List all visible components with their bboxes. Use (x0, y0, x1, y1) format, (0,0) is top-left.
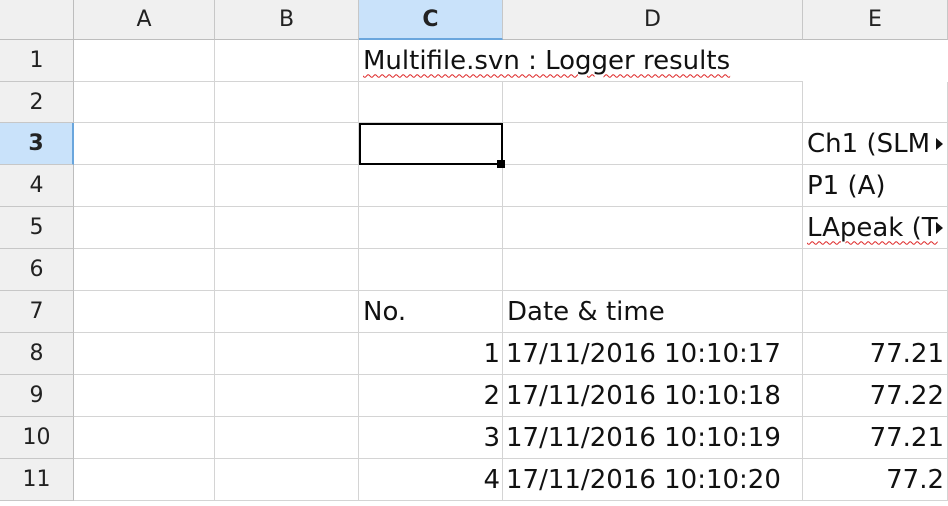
number-header: No. (363, 296, 407, 327)
row-header-1[interactable]: 1 (0, 40, 74, 82)
empty-cell[interactable] (215, 165, 359, 207)
row-number: 3 (483, 422, 500, 453)
row-value: 77.2 (886, 464, 944, 495)
empty-cell[interactable] (803, 291, 948, 333)
empty-cell[interactable] (503, 82, 803, 123)
measure-label: LApeak (T (807, 212, 938, 243)
empty-cell[interactable] (74, 375, 215, 417)
cell-e11[interactable]: 77.2 (803, 459, 948, 501)
empty-cell[interactable] (215, 291, 359, 333)
row-header-11[interactable]: 11 (0, 459, 74, 501)
empty-cell[interactable] (359, 165, 503, 207)
empty-cell[interactable] (803, 249, 948, 291)
empty-cell[interactable] (215, 123, 359, 165)
row-header-5[interactable]: 5 (0, 207, 74, 249)
cell-c11[interactable]: 4 (359, 459, 503, 501)
fill-handle[interactable] (497, 160, 505, 168)
sheet-title-text: Multifile.svn : Logger results (363, 46, 730, 76)
cell-d11[interactable]: 17/11/2016 10:10:20 (503, 459, 803, 501)
datetime-header: Date & time (507, 296, 665, 327)
empty-cell[interactable] (503, 207, 803, 249)
row-header-6[interactable]: 6 (0, 249, 74, 291)
row-header-8[interactable]: 8 (0, 333, 74, 375)
empty-cell[interactable] (74, 165, 215, 207)
row-value: 77.22 (869, 380, 944, 411)
overflow-arrow-icon (936, 138, 943, 150)
title-text: Multifile.svn : Logger results (363, 45, 731, 76)
cell-c1[interactable]: Multifile.svn : Logger results (359, 40, 803, 82)
row-datetime: 17/11/2016 10:10:20 (506, 464, 781, 495)
empty-cell[interactable] (359, 82, 503, 123)
row-header-2[interactable]: 2 (0, 82, 74, 123)
empty-cell[interactable] (74, 249, 215, 291)
row-datetime: 17/11/2016 10:10:17 (506, 338, 781, 369)
row-header-9[interactable]: 9 (0, 375, 74, 417)
empty-cell[interactable] (503, 165, 803, 207)
row-number: 1 (483, 338, 500, 369)
row-value: 77.21 (869, 338, 944, 369)
empty-cell[interactable] (74, 417, 215, 459)
cell-e5[interactable]: LApeak (T (803, 207, 948, 249)
cell-d10[interactable]: 17/11/2016 10:10:19 (503, 417, 803, 459)
empty-cell[interactable] (215, 207, 359, 249)
cell-c9[interactable]: 2 (359, 375, 503, 417)
active-cell-cursor[interactable] (359, 123, 503, 165)
cell-e3[interactable]: Ch1 (SLM (803, 123, 948, 165)
column-header-b[interactable]: B (215, 0, 359, 40)
empty-cell[interactable] (74, 207, 215, 249)
cell-e10[interactable]: 77.21 (803, 417, 948, 459)
cell-d7[interactable]: Date & time (503, 291, 803, 333)
cell-c7[interactable]: No. (359, 291, 503, 333)
empty-cell[interactable] (74, 459, 215, 501)
column-header-e[interactable]: E (803, 0, 948, 40)
empty-cell[interactable] (74, 291, 215, 333)
empty-cell[interactable] (215, 40, 359, 82)
row-header-10[interactable]: 10 (0, 417, 74, 459)
empty-cell[interactable] (215, 459, 359, 501)
cell-c10[interactable]: 3 (359, 417, 503, 459)
select-all-corner[interactable] (0, 0, 74, 40)
cell-d8[interactable]: 17/11/2016 10:10:17 (503, 333, 803, 375)
overflow-arrow-icon (936, 222, 943, 234)
profile-label: P1 (A) (807, 170, 886, 201)
cell-e8[interactable]: 77.21 (803, 333, 948, 375)
row-datetime: 17/11/2016 10:10:18 (506, 380, 781, 411)
spreadsheet-grid: A B C D E 1 2 3 4 5 6 7 8 9 10 11 Multif… (0, 0, 948, 506)
column-header-c[interactable]: C (359, 0, 503, 40)
row-header-4[interactable]: 4 (0, 165, 74, 207)
empty-cell[interactable] (503, 249, 803, 291)
empty-cell[interactable] (74, 82, 215, 123)
row-number: 2 (483, 380, 500, 411)
row-header-3[interactable]: 3 (0, 123, 74, 165)
channel-label: Ch1 (SLM (807, 128, 931, 159)
empty-cell[interactable] (803, 82, 948, 123)
empty-cell[interactable] (215, 82, 359, 123)
empty-cell[interactable] (215, 333, 359, 375)
row-number: 4 (483, 464, 500, 495)
empty-cell[interactable] (359, 207, 503, 249)
cell-c8[interactable]: 1 (359, 333, 503, 375)
column-header-d[interactable]: D (503, 0, 803, 40)
row-value: 77.21 (869, 422, 944, 453)
empty-cell[interactable] (359, 249, 503, 291)
empty-cell[interactable] (74, 40, 215, 82)
row-datetime: 17/11/2016 10:10:19 (506, 422, 781, 453)
empty-cell[interactable] (215, 375, 359, 417)
empty-cell[interactable] (215, 417, 359, 459)
cell-d9[interactable]: 17/11/2016 10:10:18 (503, 375, 803, 417)
column-header-a[interactable]: A (74, 0, 215, 40)
empty-cell[interactable] (503, 123, 803, 165)
cell-e9[interactable]: 77.22 (803, 375, 948, 417)
cell-e4[interactable]: P1 (A) (803, 165, 948, 207)
empty-cell[interactable] (74, 333, 215, 375)
empty-cell[interactable] (215, 249, 359, 291)
empty-cell[interactable] (74, 123, 215, 165)
row-header-7[interactable]: 7 (0, 291, 74, 333)
